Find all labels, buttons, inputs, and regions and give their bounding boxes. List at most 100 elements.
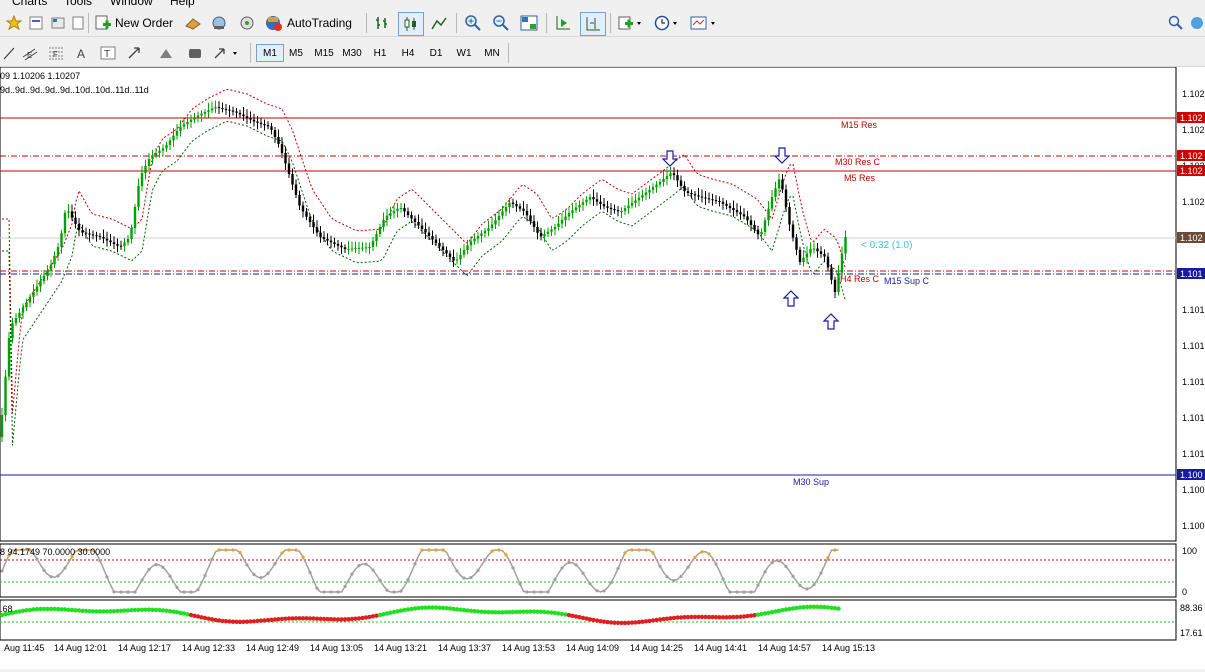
- timeframe-d1[interactable]: D1: [423, 44, 449, 62]
- candle-body: [445, 250, 448, 254]
- candle-body: [823, 253, 826, 257]
- candle-body: [224, 108, 228, 110]
- candle-body: [413, 218, 417, 222]
- periods-icon[interactable]: [652, 12, 682, 34]
- candle-body: [238, 112, 242, 115]
- favorites-icon[interactable]: [4, 12, 24, 34]
- timeframe-m30[interactable]: M30: [339, 44, 365, 62]
- market-watch-icon[interactable]: [182, 12, 204, 34]
- timeframe-h4[interactable]: H4: [395, 44, 421, 62]
- chart-shift-icon[interactable]: [580, 12, 606, 36]
- zoom-out-icon[interactable]: [490, 12, 512, 34]
- trendline-icon[interactable]: [2, 42, 16, 64]
- navigator-icon[interactable]: [236, 12, 258, 34]
- stoch-point: [784, 564, 788, 569]
- triangle-icon[interactable]: [156, 42, 176, 64]
- candle-body: [186, 122, 189, 125]
- timeframe-h1[interactable]: H1: [367, 44, 393, 62]
- stoch-point: [672, 578, 676, 583]
- lower-header: .68: [0, 604, 13, 614]
- text-icon[interactable]: A: [72, 42, 92, 64]
- timeframe-m1[interactable]: M1: [256, 44, 284, 62]
- candlestick-icon[interactable]: [398, 12, 424, 36]
- stoch-point: [49, 575, 53, 579]
- candle-body: [476, 236, 480, 239]
- menu-charts[interactable]: Charts: [12, 0, 47, 8]
- candle-body: [833, 279, 837, 292]
- candle-body: [298, 195, 301, 206]
- candle-body: [620, 210, 623, 212]
- chart-window[interactable]: M15 Res M30 Res C M5 Res H4 Res C M15 Su…: [0, 66, 1205, 669]
- new-order-label: New Order: [115, 16, 174, 30]
- rectangle-icon[interactable]: [184, 42, 206, 64]
- candle-body: [697, 195, 700, 197]
- candle-body: [553, 227, 557, 230]
- templates-menu-icon[interactable]: [688, 12, 720, 34]
- profiles-icon[interactable]: [48, 12, 68, 34]
- chart-info-line1: 09 1.10206 1.10207: [0, 71, 80, 81]
- candle-body: [357, 247, 361, 249]
- stoch-point: [0, 569, 4, 573]
- price-tick-label: 1.100: [1182, 521, 1205, 531]
- new-order-button[interactable]: New Order: [94, 12, 178, 34]
- candle-body: [172, 135, 175, 141]
- candle-body: [767, 208, 770, 221]
- candle-body: [592, 197, 595, 200]
- history-icon[interactable]: [70, 12, 86, 34]
- candle-body: [158, 150, 161, 153]
- arrows-menu-icon[interactable]: [210, 42, 242, 64]
- stoch-point: [175, 585, 179, 590]
- candle-body: [494, 220, 497, 225]
- zoom-in-icon[interactable]: [462, 12, 484, 34]
- menu-window[interactable]: Window: [110, 0, 153, 8]
- time-tick-label: 14 Aug 13:21: [374, 643, 427, 653]
- stoch-point: [833, 548, 837, 552]
- data-window-icon[interactable]: [208, 12, 230, 34]
- candle-body: [242, 114, 245, 117]
- candle-body: [294, 184, 298, 195]
- templates-icon[interactable]: [26, 12, 46, 34]
- candle-body: [263, 124, 266, 126]
- candle-body: [473, 238, 476, 242]
- candle-body: [179, 126, 182, 131]
- candle-body: [137, 186, 140, 207]
- timeframe-w1[interactable]: W1: [451, 44, 477, 62]
- timeframe-m15[interactable]: M15: [311, 44, 337, 62]
- candle-body: [704, 197, 707, 199]
- text-label-icon[interactable]: T: [98, 42, 118, 64]
- equidistant-channel-icon[interactable]: E: [20, 42, 40, 64]
- candle-body: [284, 153, 287, 164]
- candle-body: [140, 173, 144, 186]
- stoch-point: [224, 548, 228, 552]
- candle-body: [809, 248, 812, 254]
- stoch-point: [112, 590, 116, 594]
- fibonacci-icon[interactable]: F: [46, 42, 66, 64]
- candle-body: [672, 173, 676, 176]
- tile-windows-icon[interactable]: [518, 12, 540, 34]
- menu-help[interactable]: Help: [170, 0, 195, 8]
- line-chart-icon[interactable]: [428, 12, 450, 34]
- candle-body: [112, 242, 116, 244]
- candle-body: [742, 214, 746, 217]
- community-icon[interactable]: [1190, 12, 1204, 34]
- bar-chart-icon[interactable]: [372, 12, 394, 34]
- autotrading-button[interactable]: AutoTrading: [264, 12, 360, 34]
- price-chart[interactable]: M15 Res M30 Res C M5 Res H4 Res C M15 Su…: [0, 66, 1205, 669]
- indicators-icon[interactable]: [616, 12, 646, 34]
- stoch-point: [441, 548, 445, 552]
- candle-body: [459, 254, 462, 260]
- stoch-point: [735, 590, 739, 594]
- stoch-point: [728, 590, 732, 594]
- candle-body: [165, 145, 168, 149]
- stoch-point: [140, 578, 144, 582]
- arrow-draw-icon[interactable]: [124, 42, 144, 64]
- search-icon[interactable]: [1166, 12, 1186, 34]
- timeframe-mn[interactable]: MN: [479, 44, 505, 62]
- candle-body: [98, 236, 102, 238]
- menu-tools[interactable]: Tools: [64, 0, 92, 8]
- candle-body: [679, 180, 683, 186]
- candle-body: [588, 197, 592, 200]
- timeframe-m5[interactable]: M5: [283, 44, 309, 62]
- candle-body: [245, 116, 249, 118]
- auto-scroll-icon[interactable]: [552, 12, 574, 34]
